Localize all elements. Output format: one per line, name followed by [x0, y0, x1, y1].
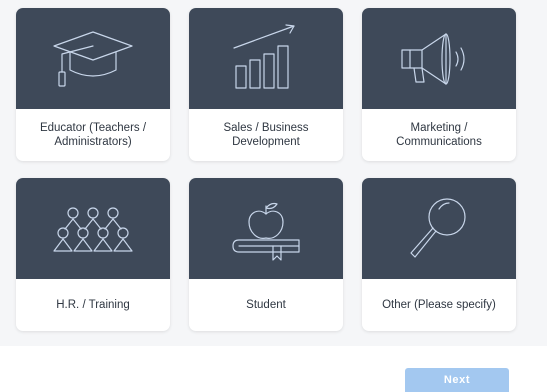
role-card-hr-training[interactable]: H.R. / Training	[16, 178, 170, 331]
card-art	[16, 178, 170, 279]
role-card-label: Marketing / Communications	[396, 122, 482, 148]
card-art	[362, 8, 516, 109]
card-art	[189, 8, 343, 109]
role-card-label: Educator (Teachers / Administrators)	[39, 122, 147, 148]
graduation-cap-icon	[48, 24, 138, 94]
megaphone-icon	[394, 24, 484, 94]
card-art	[362, 178, 516, 279]
role-card-label: H.R. / Training	[56, 299, 130, 311]
card-art	[189, 178, 343, 279]
card-art	[16, 8, 170, 109]
role-card-label: Other (Please specify)	[382, 299, 496, 311]
people-group-icon	[43, 199, 143, 259]
role-card-label: Student	[246, 299, 286, 311]
role-card-student[interactable]: Student	[189, 178, 343, 331]
role-options-panel: Educator (Teachers / Administrators) Sal…	[0, 0, 547, 346]
role-card-marketing[interactable]: Marketing / Communications	[362, 8, 516, 161]
growth-chart-icon	[226, 23, 306, 94]
apple-books-icon	[221, 194, 311, 264]
role-card-sales[interactable]: Sales / Business Development	[189, 8, 343, 161]
role-card-educator[interactable]: Educator (Teachers / Administrators)	[16, 8, 170, 161]
next-button[interactable]: Next	[405, 368, 509, 392]
role-card-label: Sales / Business Development	[223, 122, 309, 148]
magnifying-glass-icon	[399, 191, 479, 267]
role-card-other[interactable]: Other (Please specify)	[362, 178, 516, 331]
